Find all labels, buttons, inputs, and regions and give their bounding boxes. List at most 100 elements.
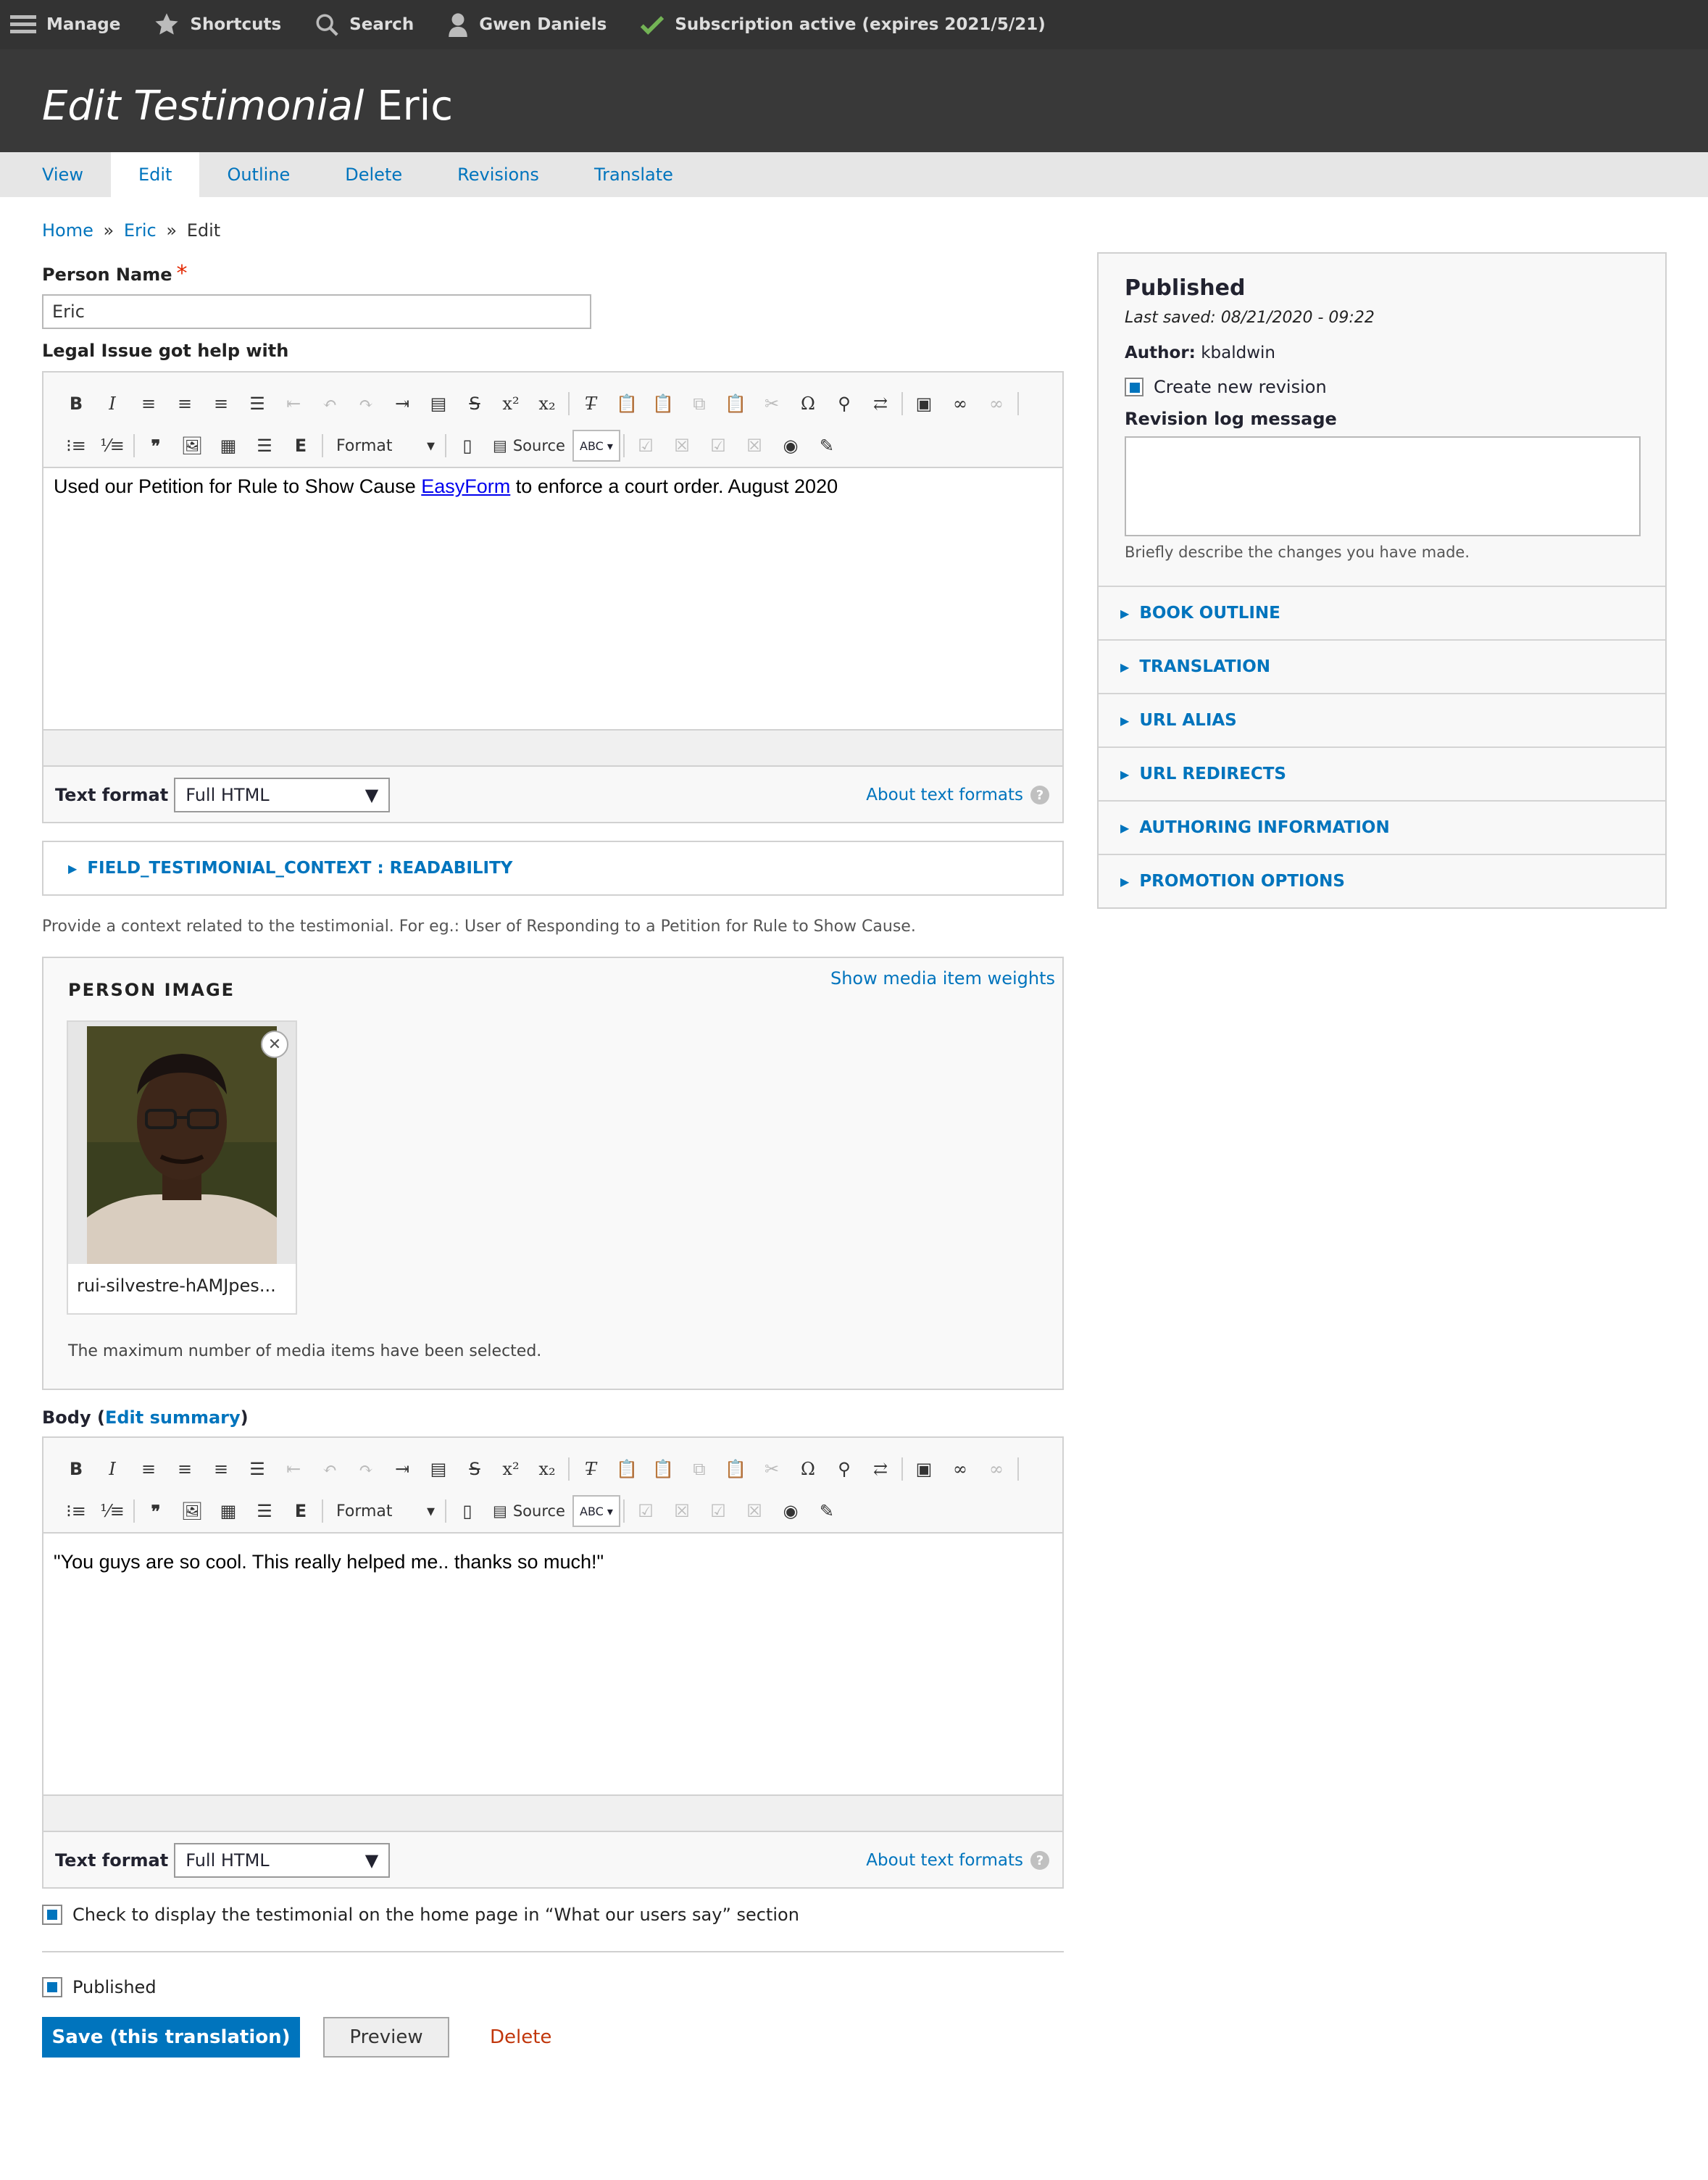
paste-text-icon[interactable]: 📋	[645, 389, 681, 418]
paste-word-icon[interactable]: 📋	[717, 1455, 754, 1484]
blockquote-icon[interactable]: ❞	[138, 431, 174, 460]
blockquote-block-icon[interactable]: ▤	[420, 389, 457, 418]
tab-edit[interactable]: Edit	[110, 152, 200, 197]
italic-icon[interactable]: I	[94, 389, 130, 418]
source-button[interactable]: ▤ Source	[486, 1502, 572, 1520]
section-translation[interactable]: ▶ TRANSLATION	[1099, 639, 1665, 693]
remove-format-icon[interactable]: T̶	[572, 389, 609, 418]
justify-icon[interactable]: ☰	[239, 389, 275, 418]
reject-change-icon[interactable]: ☒	[664, 1497, 700, 1526]
replace-icon[interactable]: ⇄	[862, 389, 899, 418]
tab-delete[interactable]: Delete	[317, 152, 430, 197]
align-left-icon[interactable]: ≡	[167, 389, 203, 418]
home-display-checkbox-row[interactable]: Check to display the testimonial on the …	[42, 1905, 799, 1925]
remove-format-icon[interactable]: T̶	[572, 1455, 609, 1484]
special-char-icon[interactable]: Ω	[790, 1455, 826, 1484]
image-icon[interactable]: 🖼	[174, 1497, 210, 1526]
find-icon[interactable]: ⚲	[826, 1455, 862, 1484]
align-center-icon[interactable]: ≡	[130, 389, 167, 418]
bulleted-list-icon[interactable]: ⁝≡	[58, 431, 94, 460]
format-dropdown[interactable]: Format ▾	[326, 1497, 442, 1526]
easyform-link[interactable]: EasyForm	[421, 475, 510, 497]
unlink-icon[interactable]: ∞	[978, 1455, 1015, 1484]
link-icon[interactable]: ∞	[942, 389, 978, 418]
show-media-weights-link[interactable]: Show media item weights	[830, 968, 1055, 989]
edit-summary-link[interactable]: Edit summary	[105, 1407, 241, 1428]
accept-all-icon[interactable]: ☑	[700, 1497, 736, 1526]
copy-icon[interactable]: ⧉	[681, 389, 717, 418]
redo-icon[interactable]: ↷	[348, 389, 384, 418]
breadcrumb-eric[interactable]: Eric	[124, 220, 157, 241]
paste-word-icon[interactable]: 📋	[717, 389, 754, 418]
blockquote-block-icon[interactable]: ▤	[420, 1455, 457, 1484]
undo-icon[interactable]: ↶	[312, 389, 348, 418]
spellcheck-button[interactable]: ABC ▾	[572, 1495, 620, 1527]
undo-icon[interactable]: ↶	[312, 1455, 348, 1484]
maximize-icon[interactable]: ▯	[449, 431, 486, 460]
delete-link[interactable]: Delete	[490, 2017, 551, 2058]
outdent-icon[interactable]: ⇤	[275, 389, 312, 418]
strikethrough-icon[interactable]: S	[457, 389, 493, 418]
tab-view[interactable]: View	[14, 152, 111, 197]
remove-media-button[interactable]: ✕	[261, 1031, 288, 1058]
align-left-icon[interactable]: ≡	[167, 1455, 203, 1484]
copy-icon[interactable]: ⧉	[681, 1455, 717, 1484]
italic-icon[interactable]: I	[94, 1455, 130, 1484]
superscript-icon[interactable]: x²	[493, 1455, 529, 1484]
user-menu[interactable]: Gwen Daniels	[447, 12, 607, 37]
template-icon[interactable]: ▣	[906, 1455, 942, 1484]
accept-all-icon[interactable]: ☑	[700, 431, 736, 460]
new-revision-row[interactable]: Create new revision	[1125, 377, 1327, 397]
numbered-list-icon[interactable]: ⅟≡	[94, 1497, 130, 1526]
legal-issue-content[interactable]: Used our Petition for Rule to Show Cause…	[43, 468, 1062, 731]
subscript-icon[interactable]: x₂	[529, 389, 565, 418]
reject-all-icon[interactable]: ☒	[736, 431, 772, 460]
paste-text-icon[interactable]: 📋	[645, 1455, 681, 1484]
find-icon[interactable]: ⚲	[826, 389, 862, 418]
template-icon[interactable]: ▣	[906, 389, 942, 418]
blockquote-icon[interactable]: ❞	[138, 1497, 174, 1526]
superscript-icon[interactable]: x²	[493, 389, 529, 418]
section-url-redirects[interactable]: ▶ URL REDIRECTS	[1099, 746, 1665, 800]
text-format-select[interactable]: Full HTML ▼	[174, 1843, 391, 1878]
align-right-icon[interactable]: ≡	[203, 1455, 239, 1484]
media-item[interactable]: ✕ rui-silvestre-hAMJpes...	[67, 1020, 297, 1315]
manage-menu[interactable]: Manage	[10, 14, 120, 36]
table-icon[interactable]: ▦	[210, 1497, 246, 1526]
embed-icon[interactable]: E	[283, 1497, 319, 1526]
bold-icon[interactable]: B	[58, 1455, 94, 1484]
breadcrumb-home[interactable]: Home	[42, 220, 93, 241]
accept-change-icon[interactable]: ☑	[628, 431, 664, 460]
link-icon[interactable]: ∞	[942, 1455, 978, 1484]
table-icon[interactable]: ▦	[210, 431, 246, 460]
published-checkbox[interactable]	[42, 1977, 62, 1997]
tab-outline[interactable]: Outline	[199, 152, 317, 197]
tab-revisions[interactable]: Revisions	[430, 152, 567, 197]
paste-icon[interactable]: 📋	[609, 1455, 645, 1484]
person-name-input[interactable]: Eric	[42, 294, 591, 329]
bold-icon[interactable]: B	[58, 389, 94, 418]
search-menu[interactable]: Search	[314, 12, 414, 37]
reject-change-icon[interactable]: ☒	[664, 431, 700, 460]
horizontal-line-icon[interactable]: ☰	[246, 431, 283, 460]
track-changes-icon[interactable]: ✎	[809, 431, 845, 460]
accept-change-icon[interactable]: ☑	[628, 1497, 664, 1526]
text-format-select[interactable]: Full HTML ▼	[174, 778, 391, 812]
preview-button[interactable]: Preview	[323, 2017, 449, 2058]
about-text-formats-link[interactable]: About text formats?	[866, 1851, 1049, 1870]
subscript-icon[interactable]: x₂	[529, 1455, 565, 1484]
shortcuts-menu[interactable]: Shortcuts	[154, 12, 281, 37]
indent-icon[interactable]: ⇥	[384, 1455, 420, 1484]
numbered-list-icon[interactable]: ⅟≡	[94, 431, 130, 460]
outdent-icon[interactable]: ⇤	[275, 1455, 312, 1484]
embed-icon[interactable]: E	[283, 431, 319, 460]
replace-icon[interactable]: ⇄	[862, 1455, 899, 1484]
published-checkbox-row[interactable]: Published	[42, 1977, 157, 1997]
format-dropdown[interactable]: Format ▾	[326, 431, 442, 460]
strikethrough-icon[interactable]: S	[457, 1455, 493, 1484]
about-text-formats-link[interactable]: About text formats?	[866, 786, 1049, 804]
redo-icon[interactable]: ↷	[348, 1455, 384, 1484]
section-url-alias[interactable]: ▶ URL ALIAS	[1099, 693, 1665, 746]
source-button[interactable]: ▤ Source	[486, 437, 572, 454]
paste-icon[interactable]: 📋	[609, 389, 645, 418]
